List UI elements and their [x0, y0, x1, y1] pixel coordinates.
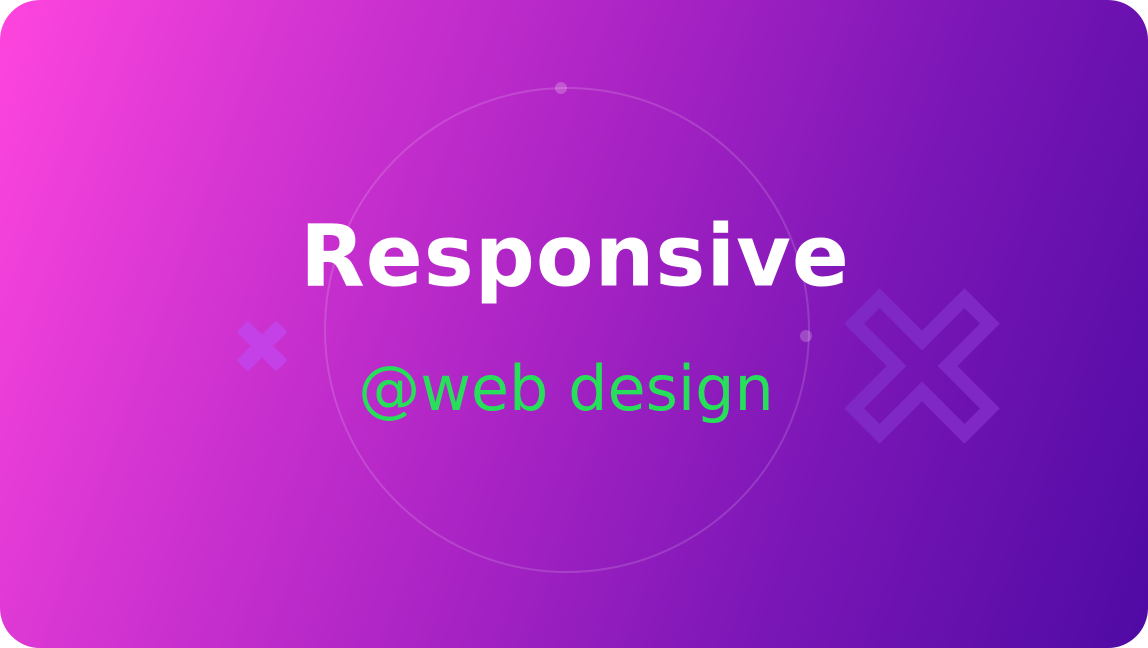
banner-card: Responsive @web design [0, 0, 1148, 648]
orbit-dot-top [555, 82, 567, 94]
orbit-circle [324, 87, 810, 573]
orbit-dot-right [800, 330, 812, 342]
banner-title: Responsive [300, 206, 850, 306]
banner-decoration [237, 82, 1000, 573]
banner-subtitle: @web design [358, 352, 774, 425]
